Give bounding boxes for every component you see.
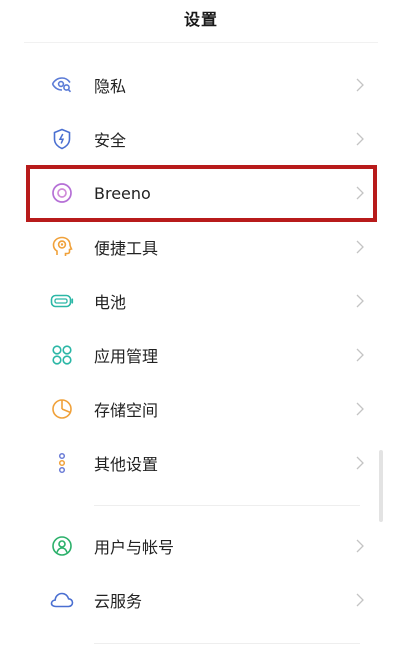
storage-pie-icon bbox=[50, 397, 74, 421]
chevron-right-icon bbox=[354, 293, 366, 309]
settings-item-label: 隐私 bbox=[94, 77, 127, 96]
section-divider bbox=[94, 643, 360, 644]
settings-item-label: 存储空间 bbox=[94, 401, 159, 420]
settings-item-app-management[interactable]: 应用管理 bbox=[0, 328, 392, 382]
settings-item-label: Breeno bbox=[94, 183, 151, 203]
chevron-right-icon bbox=[354, 347, 366, 363]
chevron-right-icon bbox=[354, 239, 366, 255]
settings-item-breeno[interactable]: Breeno bbox=[0, 166, 392, 220]
title-bar: 设置 bbox=[0, 0, 402, 36]
chevron-right-icon bbox=[354, 455, 366, 471]
convenience-tools-icon bbox=[50, 235, 74, 259]
settings-item-security[interactable]: 安全 bbox=[0, 112, 392, 166]
settings-item-label: 电池 bbox=[94, 293, 127, 312]
settings-item-convenience-tools[interactable]: 便捷工具 bbox=[0, 220, 392, 274]
chevron-right-icon bbox=[354, 131, 366, 147]
other-settings-icon bbox=[50, 451, 74, 475]
breeno-ring-icon bbox=[50, 181, 74, 205]
chevron-right-icon bbox=[354, 401, 366, 417]
chevron-right-icon bbox=[354, 185, 366, 201]
page-title: 设置 bbox=[183, 10, 218, 29]
settings-item-label: 应用管理 bbox=[94, 347, 159, 366]
settings-item-label: 用户与帐号 bbox=[94, 538, 175, 557]
privacy-eye-icon bbox=[50, 73, 74, 97]
settings-item-battery[interactable]: 电池 bbox=[0, 274, 392, 328]
settings-item-storage[interactable]: 存储空间 bbox=[0, 382, 392, 436]
security-shield-icon bbox=[50, 127, 74, 151]
battery-icon bbox=[50, 289, 74, 313]
settings-item-label: 云服务 bbox=[94, 592, 143, 611]
chevron-right-icon bbox=[354, 77, 366, 93]
settings-item-label: 安全 bbox=[94, 131, 127, 150]
settings-item-user-account[interactable]: 用户与帐号 bbox=[0, 519, 392, 573]
section-divider bbox=[94, 505, 360, 506]
app-management-icon bbox=[50, 343, 74, 367]
scrollbar[interactable] bbox=[379, 450, 383, 522]
user-account-icon bbox=[50, 534, 74, 558]
settings-item-label: 便捷工具 bbox=[94, 239, 159, 258]
settings-item-label: 其他设置 bbox=[94, 455, 159, 474]
header-divider bbox=[24, 42, 378, 43]
settings-item-other-settings[interactable]: 其他设置 bbox=[0, 436, 392, 490]
settings-screen: 设置 隐私 安全 Breeno 便捷工具 电池 应用管理 存储空间 其他设置 用… bbox=[0, 0, 402, 667]
cloud-icon bbox=[50, 588, 74, 612]
chevron-right-icon bbox=[354, 592, 366, 608]
settings-item-cloud-service[interactable]: 云服务 bbox=[0, 573, 392, 627]
chevron-right-icon bbox=[354, 538, 366, 554]
settings-item-privacy[interactable]: 隐私 bbox=[0, 58, 392, 112]
